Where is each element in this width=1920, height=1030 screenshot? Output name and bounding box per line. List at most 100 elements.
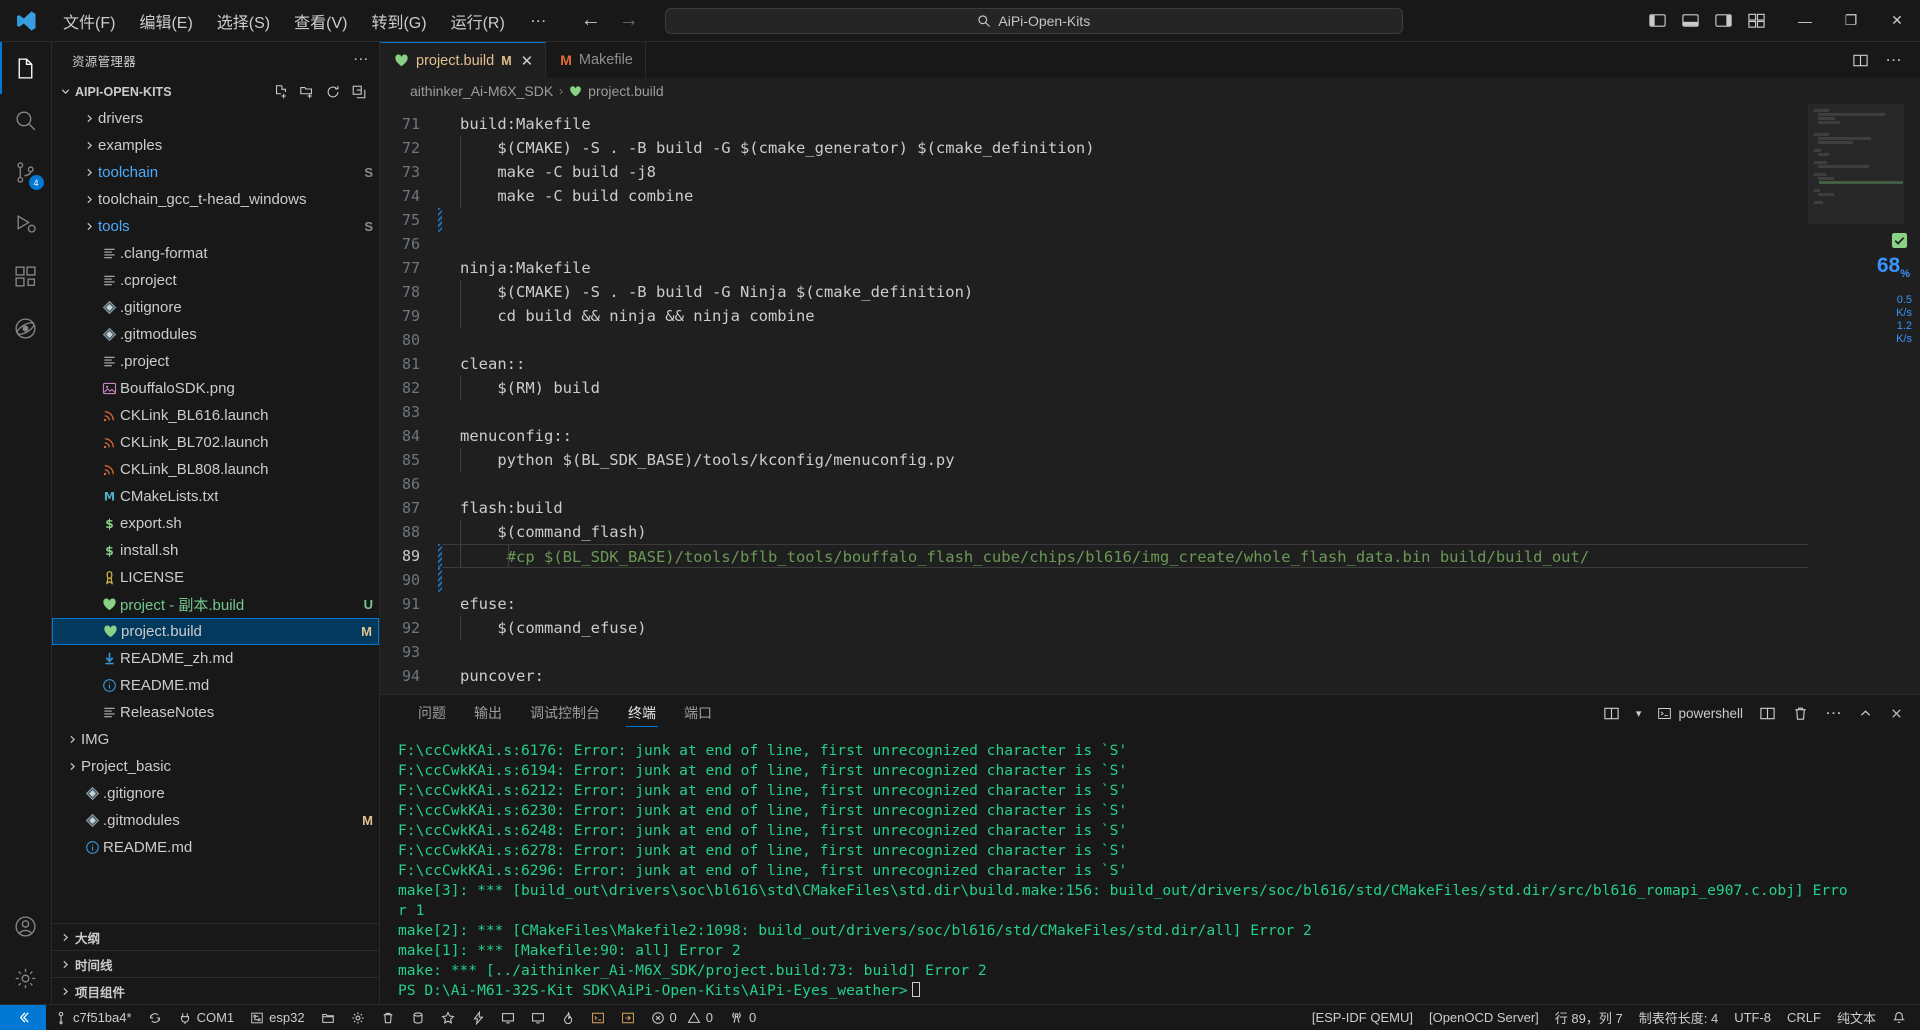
terminal-output[interactable]: F:\ccCwkKAi.s:6176: Error: junk at end o…: [380, 731, 1920, 1004]
tree-file-row[interactable]: CKLink_BL616.launch: [52, 402, 379, 429]
close-icon[interactable]: [1889, 706, 1904, 721]
tree-file-row[interactable]: README.md: [52, 672, 379, 699]
sidebar-panel-header[interactable]: 大纲: [52, 923, 379, 950]
menu-more-icon[interactable]: …: [518, 8, 559, 31]
code-line[interactable]: build:Makefile: [442, 112, 1808, 136]
panel-tab[interactable]: 问题: [404, 695, 460, 731]
trash-icon[interactable]: [1792, 705, 1809, 722]
workspace-folder-header[interactable]: AIPI-OPEN-KITS: [52, 78, 379, 105]
code-lines[interactable]: build:Makefile $(CMAKE) -S . -B build -G…: [442, 104, 1808, 694]
status-monitor-2[interactable]: [523, 1005, 553, 1030]
new-folder-icon[interactable]: [299, 84, 315, 100]
customize-layout-icon[interactable]: [1747, 11, 1766, 30]
menu-view[interactable]: 查看(V): [283, 4, 358, 38]
tree-file-row[interactable]: ReleaseNotes: [52, 699, 379, 726]
code-line[interactable]: clean::: [442, 352, 1808, 376]
tree-file-row[interactable]: CKLink_BL808.launch: [52, 456, 379, 483]
chevron-up-icon[interactable]: [1858, 706, 1873, 721]
minimize-button[interactable]: —: [1782, 0, 1828, 42]
status-open-window[interactable]: [613, 1005, 643, 1030]
code-line[interactable]: flash:build: [442, 496, 1808, 520]
status-problems[interactable]: 0 0: [643, 1005, 721, 1030]
status-eol[interactable]: CRLF: [1779, 1005, 1829, 1030]
status-esp-idf-qemu[interactable]: [ESP-IDF QEMU]: [1304, 1005, 1421, 1030]
activity-explorer[interactable]: [0, 42, 52, 94]
activity-run-debug[interactable]: [0, 198, 52, 250]
menu-edit[interactable]: 编辑(E): [128, 4, 203, 38]
collapse-all-icon[interactable]: [351, 84, 367, 100]
back-arrow-icon[interactable]: ←: [581, 9, 601, 32]
split-editor-icon[interactable]: [1852, 52, 1869, 69]
tree-folder-row[interactable]: tools S: [52, 213, 379, 240]
more-icon[interactable]: …: [1825, 700, 1842, 721]
remote-window-icon[interactable]: [0, 1004, 46, 1030]
menu-go[interactable]: 转到(G): [360, 4, 437, 38]
status-radio[interactable]: 0: [721, 1005, 764, 1030]
tab-makefile[interactable]: M Makefile: [546, 42, 646, 78]
activity-extensions[interactable]: [0, 250, 52, 302]
status-terminal[interactable]: [583, 1005, 613, 1030]
maximize-button[interactable]: ❐: [1828, 0, 1874, 42]
status-language-mode[interactable]: 纯文本: [1829, 1005, 1884, 1030]
editor-scrollbar[interactable]: 68% 0.5 K/s 1.2 K/s: [1877, 104, 1920, 694]
menu-selection[interactable]: 选择(S): [206, 4, 281, 38]
status-clean[interactable]: [373, 1005, 403, 1030]
code-line[interactable]: $(CMAKE) -S . -B build -G $(cmake_genera…: [442, 136, 1808, 160]
status-git-branch[interactable]: c7f51ba4*: [46, 1005, 140, 1030]
sidebar-panel-header[interactable]: 时间线: [52, 950, 379, 977]
tree-file-row[interactable]: LICENSE: [52, 564, 379, 591]
status-cursor-position[interactable]: 行 89，列 7: [1547, 1005, 1631, 1030]
activity-source-control[interactable]: 4: [0, 146, 52, 198]
code-line[interactable]: make -C build -j8: [442, 160, 1808, 184]
tree-folder-row[interactable]: toolchain S: [52, 159, 379, 186]
sidebar-more-icon[interactable]: …: [353, 48, 369, 68]
menu-run[interactable]: 运行(R): [440, 4, 516, 38]
tree-file-row[interactable]: .clang-format: [52, 240, 379, 267]
code-line[interactable]: menuconfig::: [442, 424, 1808, 448]
status-indentation[interactable]: 制表符长度: 4: [1631, 1005, 1726, 1030]
status-openocd-server[interactable]: [OpenOCD Server]: [1421, 1005, 1547, 1030]
tree-file-row[interactable]: .gitignore: [52, 294, 379, 321]
code-line[interactable]: [442, 568, 1808, 592]
code-line[interactable]: #cp $(BL_SDK_BASE)/tools/bflb_tools/bouf…: [442, 544, 1808, 568]
split-terminal-icon[interactable]: [1759, 705, 1776, 722]
tree-file-row[interactable]: .project: [52, 348, 379, 375]
code-line[interactable]: [442, 400, 1808, 424]
code-editor[interactable]: 71 72 73 74 75 76 77 78 79 80 81 82 83 84 85 86 87 88 89 90…: [380, 104, 1920, 694]
code-line[interactable]: [442, 208, 1808, 232]
status-flash-device[interactable]: [463, 1005, 493, 1030]
tree-file-row[interactable]: $ export.sh: [52, 510, 379, 537]
code-line[interactable]: [442, 472, 1808, 496]
toggle-primary-sidebar-icon[interactable]: [1648, 11, 1667, 30]
tree-folder-row[interactable]: Project_basic: [52, 753, 379, 780]
activity-settings[interactable]: [0, 952, 52, 1004]
activity-accounts[interactable]: [0, 900, 52, 952]
status-sync[interactable]: [140, 1005, 170, 1030]
forward-arrow-icon[interactable]: →: [619, 9, 639, 32]
code-line[interactable]: $(command_flash): [442, 520, 1808, 544]
tree-file-row[interactable]: project - 副本.build U: [52, 591, 379, 618]
tree-file-row[interactable]: .gitmodules M: [52, 807, 379, 834]
code-line[interactable]: efuse:: [442, 592, 1808, 616]
code-line[interactable]: $(command_efuse): [442, 616, 1808, 640]
panel-tab[interactable]: 端口: [670, 695, 726, 731]
code-line[interactable]: [442, 640, 1808, 664]
status-encoding[interactable]: UTF-8: [1726, 1005, 1779, 1030]
toggle-panel-icon[interactable]: [1681, 11, 1700, 30]
more-actions-icon[interactable]: …: [1885, 47, 1902, 68]
menu-file[interactable]: 文件(F): [52, 4, 126, 38]
code-line[interactable]: ninja:Makefile: [442, 256, 1808, 280]
tree-file-row[interactable]: CKLink_BL702.launch: [52, 429, 379, 456]
status-flame[interactable]: [553, 1005, 583, 1030]
new-file-icon[interactable]: [273, 84, 289, 100]
breadcrumb-item-file[interactable]: project.build: [588, 83, 664, 99]
sidebar-panel-header[interactable]: 项目组件: [52, 977, 379, 1004]
panel-tab[interactable]: 输出: [460, 695, 516, 731]
tree-file-row[interactable]: .cproject: [52, 267, 379, 294]
tree-file-row[interactable]: README.md: [52, 834, 379, 861]
code-line[interactable]: python $(BL_SDK_BASE)/tools/kconfig/menu…: [442, 448, 1808, 472]
minimap[interactable]: [1808, 104, 1904, 694]
tree-file-row[interactable]: $ install.sh: [52, 537, 379, 564]
close-button[interactable]: ✕: [1874, 0, 1920, 42]
code-line[interactable]: [442, 328, 1808, 352]
